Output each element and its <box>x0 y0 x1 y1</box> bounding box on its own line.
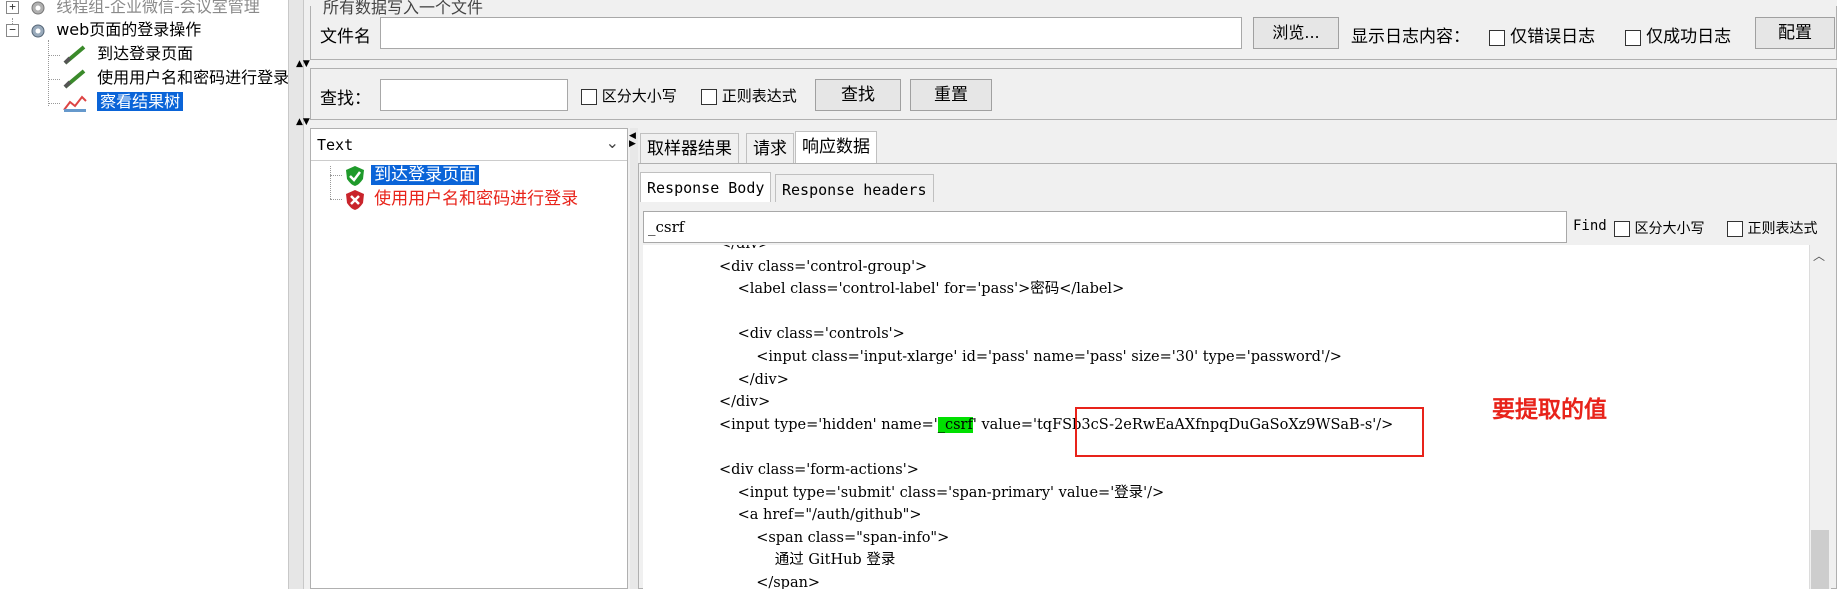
code-line: <span class="span-info"> <box>756 529 950 546</box>
renderer-select[interactable]: Text ⌄ <box>311 129 627 161</box>
expand-icon[interactable]: + <box>6 1 19 14</box>
result-item-label: 到达登录页面 <box>371 165 480 185</box>
response-regex-checkbox[interactable]: 正则表达式 <box>1727 218 1817 238</box>
code-line: <label class='control-label' for='pass'>… <box>737 281 1125 298</box>
result-item-success[interactable]: 到达登录页面 <box>344 164 480 186</box>
response-find-label: Find <box>1573 218 1607 234</box>
tab-response-body[interactable]: Response Body <box>640 172 772 202</box>
gear-icon <box>31 1 45 14</box>
collapse-arrows-icon[interactable]: ▲▼ <box>296 60 310 69</box>
find-button[interactable]: 查找 <box>815 79 901 111</box>
success-shield-icon <box>346 165 364 186</box>
chevron-down-icon[interactable]: ⌄ <box>606 133 619 152</box>
annotation-label: 要提取的值 <box>1492 397 1607 423</box>
result-item-error[interactable]: 使用用户名和密码进行登录 <box>344 188 581 210</box>
checkbox-label: 区分大小写 <box>601 87 677 105</box>
tree-item-sampler-reach-login[interactable]: 到达登录页面 <box>62 43 193 65</box>
search-match-highlight: _csrf <box>937 416 973 433</box>
code-line: </div> <box>719 394 771 411</box>
tab-response-data[interactable]: 响应数据 <box>795 131 877 163</box>
error-shield-icon <box>346 189 364 210</box>
result-item-label: 使用用户名和密码进行登录 <box>374 189 579 209</box>
filename-label: 文件名 <box>320 27 371 47</box>
tree-item-label: web页面的登录操作 <box>56 20 202 39</box>
file-section-caption: 所有数据写入一个文件 <box>320 0 487 18</box>
checkbox-box[interactable] <box>1614 221 1630 237</box>
split-pane-divider[interactable] <box>630 128 638 589</box>
code-line: <a href="/auth/github"> <box>737 507 922 524</box>
code-line: </div> <box>719 245 770 255</box>
filename-input[interactable] <box>380 17 1242 49</box>
checkbox-label: 仅成功日志 <box>1646 27 1732 47</box>
code-line: 通过 GitHub 登录 <box>774 552 896 569</box>
checkbox-box[interactable] <box>701 88 717 105</box>
tree-item-label: 到达登录页面 <box>97 44 194 63</box>
response-find-input[interactable] <box>643 211 1567 243</box>
regex-checkbox[interactable]: 正则表达式 <box>701 85 797 106</box>
checkbox-label: 正则表达式 <box>1747 221 1818 237</box>
checkbox-label: 区分大小写 <box>1634 221 1705 237</box>
sampler-pen-icon <box>63 44 86 65</box>
collapse-arrows-icon[interactable]: ▲▼ <box>296 118 310 127</box>
tree-item-sampler-login[interactable]: 使用用户名和密码进行登录 <box>62 67 288 89</box>
case-sensitive-checkbox[interactable]: 区分大小写 <box>581 85 677 106</box>
renderer-select-value: Text <box>317 136 354 154</box>
tree-item-view-results-tree[interactable]: 察看结果树 <box>62 91 184 113</box>
collapse-icon[interactable]: − <box>6 24 19 37</box>
scrollbar-thumb[interactable] <box>1811 530 1829 589</box>
code-line: </span> <box>756 575 821 589</box>
checkbox-box[interactable] <box>1727 221 1743 237</box>
tree-item-thread-group[interactable]: + 线程组-企业微信-会议室管理 <box>6 0 260 18</box>
code-line: <input type='submit' class='span-primary… <box>737 484 1165 501</box>
code-line: <div class='controls'> <box>737 326 905 343</box>
checkbox-box[interactable] <box>581 88 597 105</box>
split-pane-divider[interactable] <box>288 0 304 589</box>
code-line: <div class='control-group'> <box>719 258 928 275</box>
tree-item-label: 线程组-企业微信-会议室管理 <box>56 0 260 16</box>
response-case-sensitive-checkbox[interactable]: 区分大小写 <box>1614 218 1704 238</box>
test-plan-tree: + 线程组-企业微信-会议室管理 − web页面的登录操作 到达登录页面 使用用… <box>0 0 288 589</box>
tree-item-label: 察看结果树 <box>97 92 184 111</box>
config-button[interactable]: 配置 <box>1755 17 1835 49</box>
success-only-checkbox[interactable]: 仅成功日志 <box>1625 22 1731 47</box>
scroll-up-icon[interactable]: ︿ <box>1813 247 1825 264</box>
checkbox-label: 仅错误日志 <box>1510 27 1596 47</box>
errors-only-checkbox[interactable]: 仅错误日志 <box>1489 22 1595 47</box>
tab-response-headers[interactable]: Response headers <box>775 174 934 202</box>
search-label: 查找： <box>320 89 371 109</box>
tab-request[interactable]: 请求 <box>746 133 794 163</box>
checkbox-box[interactable] <box>1625 29 1641 46</box>
collapse-arrows-icon[interactable]: ◀ ▶ <box>629 132 636 149</box>
code-line: <input class='input-xlarge' id='pass' na… <box>756 349 1342 365</box>
extraction-highlight-box <box>1075 407 1424 457</box>
code-line: </div> <box>737 371 789 388</box>
checkbox-label: 正则表达式 <box>721 87 797 105</box>
search-input[interactable] <box>380 79 568 111</box>
browse-button[interactable]: 浏览... <box>1253 17 1339 49</box>
listener-chart-icon <box>63 94 87 112</box>
reset-button[interactable]: 重置 <box>910 79 992 111</box>
checkbox-box[interactable] <box>1489 29 1505 46</box>
gear-icon <box>31 24 45 37</box>
log-display-label: 显示日志内容： <box>1351 27 1470 47</box>
tree-item-web-login[interactable]: − web页面的登录操作 <box>6 19 201 41</box>
tab-sampler-result[interactable]: 取样器结果 <box>640 133 739 163</box>
code-line: <div class='form-actions'> <box>719 462 919 478</box>
sampler-pen-icon <box>63 68 86 89</box>
tree-item-label: 使用用户名和密码进行登录 <box>97 68 288 87</box>
